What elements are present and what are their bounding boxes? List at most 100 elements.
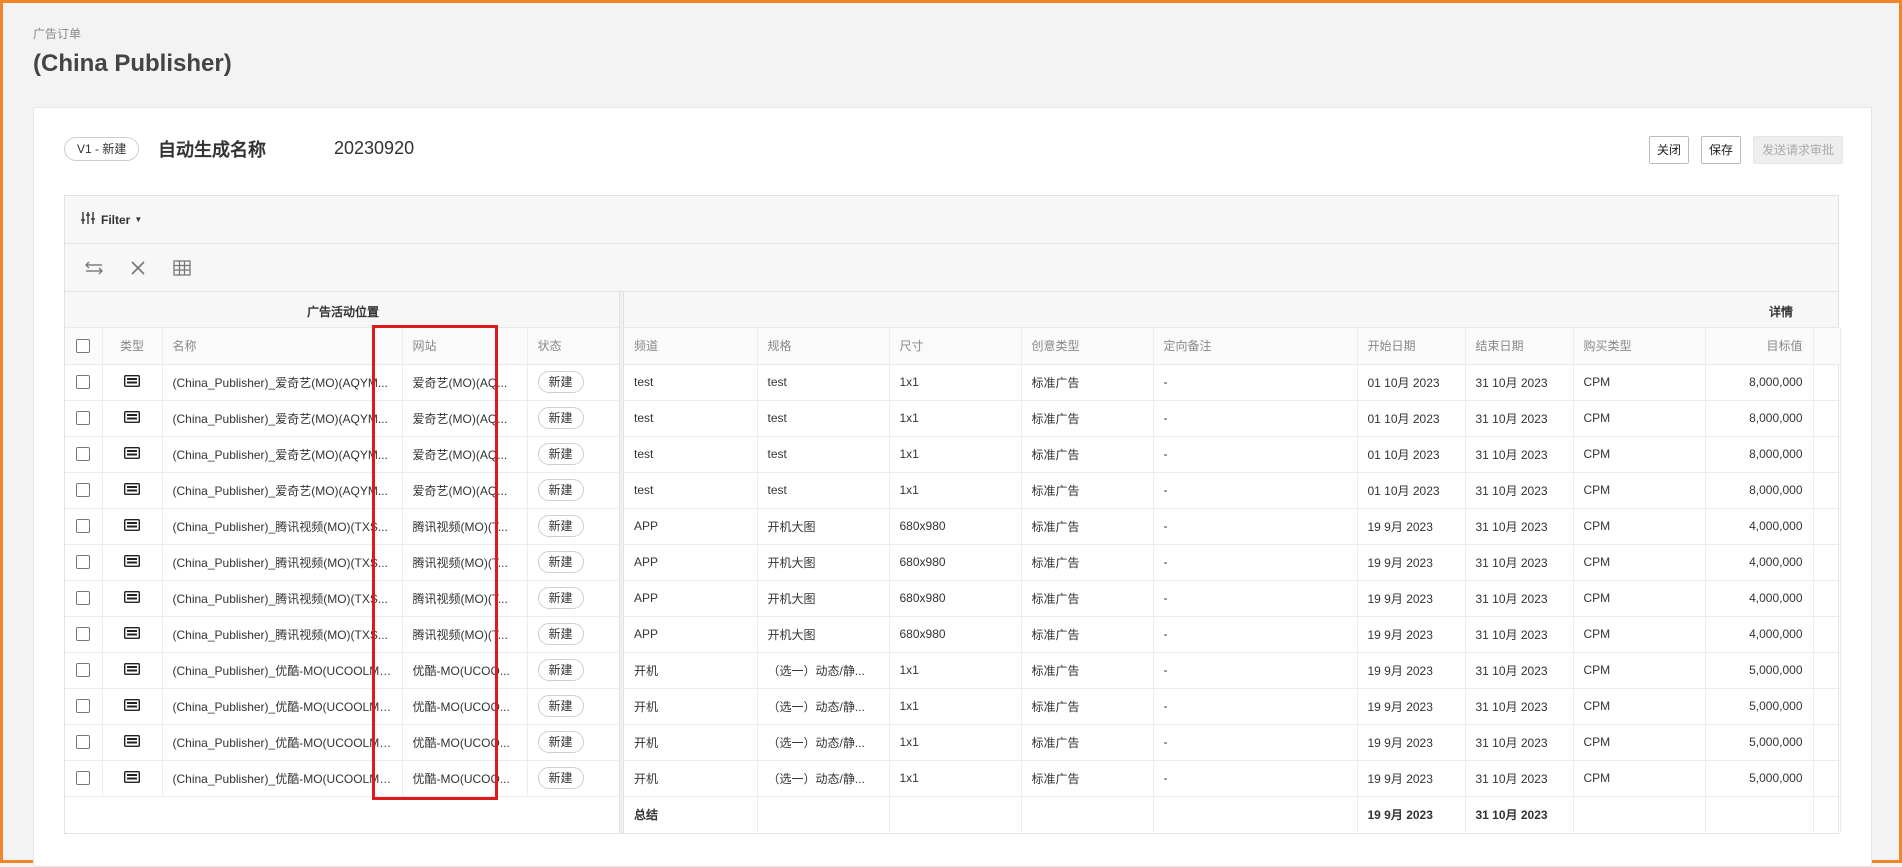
placement-row[interactable]: (China_Publisher)_腾讯视频(MO)(TXS... 腾讯视频(MO… — [65, 508, 620, 545]
col-header-site[interactable]: 网站 — [402, 328, 528, 365]
row-size[interactable]: 1x1 — [889, 760, 1022, 797]
row-start[interactable]: 19 9月 2023 — [1357, 724, 1466, 761]
row-size[interactable]: 1x1 — [889, 436, 1022, 473]
row-spec[interactable]: 开机大图 — [757, 544, 890, 581]
row-note[interactable]: - — [1153, 472, 1358, 509]
row-channel[interactable]: test — [624, 364, 758, 401]
row-size[interactable]: 680x980 — [889, 544, 1022, 581]
row-spec[interactable]: （选一）动态/静... — [757, 652, 890, 689]
row-end[interactable]: 31 10月 2023 — [1465, 364, 1574, 401]
row-start[interactable]: 19 9月 2023 — [1357, 652, 1466, 689]
row-name[interactable]: (China_Publisher)_优酷-MO(UCOOLMO... — [162, 652, 403, 689]
filter-label[interactable]: Filter — [101, 213, 130, 227]
placement-row[interactable]: (China_Publisher)_爱奇艺(MO)(AQYM... 爱奇艺(MO)… — [65, 400, 620, 437]
row-end[interactable]: 31 10月 2023 — [1465, 652, 1574, 689]
row-start[interactable]: 19 9月 2023 — [1357, 508, 1466, 545]
row-buy[interactable]: CPM — [1573, 724, 1706, 761]
row-creative[interactable]: 标准广告 — [1021, 760, 1154, 797]
row-name[interactable]: (China_Publisher)_优酷-MO(UCOOLMO... — [162, 688, 403, 725]
row-name[interactable]: (China_Publisher)_优酷-MO(UCOOLMO... — [162, 724, 403, 761]
row-channel[interactable]: test — [624, 472, 758, 509]
placement-row[interactable]: (China_Publisher)_优酷-MO(UCOOLMO... 优酷-MO(… — [65, 724, 620, 761]
col-header-creative[interactable]: 创意类型 — [1021, 328, 1154, 365]
col-header-channel[interactable]: 频道 — [624, 328, 758, 365]
row-channel[interactable]: APP — [624, 508, 758, 545]
row-buy[interactable]: CPM — [1573, 400, 1706, 437]
row-buy[interactable]: CPM — [1573, 364, 1706, 401]
details-row[interactable]: 开机 （选一）动态/静... 1x1 标准广告 -19 9月 2023 31 10月 20… — [624, 760, 1841, 797]
row-target[interactable]: 8,000,000 — [1705, 400, 1814, 437]
row-target[interactable]: 8,000,000 — [1705, 364, 1814, 401]
row-size[interactable]: 1x1 — [889, 688, 1022, 725]
col-header-spec[interactable]: 规格 — [757, 328, 890, 365]
row-spec[interactable]: （选一）动态/静... — [757, 688, 890, 725]
col-header-status[interactable]: 状态 — [527, 328, 620, 365]
row-target[interactable]: 8,000,000 — [1705, 436, 1814, 473]
row-end[interactable]: 31 10月 2023 — [1465, 688, 1574, 725]
row-spec[interactable]: test — [757, 400, 890, 437]
order-name[interactable]: 自动生成名称 — [158, 136, 266, 162]
details-row[interactable]: 开机 （选一）动态/静... 1x1 标准广告 -19 9月 2023 31 10月 20… — [624, 688, 1841, 725]
row-size[interactable]: 1x1 — [889, 472, 1022, 509]
col-header-type[interactable]: 类型 — [102, 328, 163, 365]
row-name[interactable]: (China_Publisher)_优酷-MO(UCOOLMO... — [162, 760, 403, 797]
details-row[interactable]: APP 开机大图 680x980 标准广告 -19 9月 2023 31 10月 2023… — [624, 508, 1841, 545]
placement-row[interactable]: (China_Publisher)_腾讯视频(MO)(TXS... 腾讯视频(MO… — [65, 580, 620, 617]
row-note[interactable]: - — [1153, 544, 1358, 581]
row-name[interactable]: (China_Publisher)_腾讯视频(MO)(TXS... — [162, 508, 403, 545]
row-checkbox-cell[interactable] — [65, 364, 103, 401]
row-checkbox[interactable] — [76, 627, 91, 642]
row-end[interactable]: 31 10月 2023 — [1465, 544, 1574, 581]
row-name[interactable]: (China_Publisher)_腾讯视频(MO)(TXS... — [162, 616, 403, 653]
details-row[interactable]: 开机 （选一）动态/静... 1x1 标准广告 -19 9月 2023 31 10月 20… — [624, 724, 1841, 761]
row-site[interactable]: 优酷-MO(UCOO... — [402, 688, 528, 725]
row-checkbox-cell[interactable] — [65, 652, 103, 689]
row-channel[interactable]: APP — [624, 616, 758, 653]
row-site[interactable]: 腾讯视频(MO)(T... — [402, 508, 528, 545]
row-spec[interactable]: （选一）动态/静... — [757, 724, 890, 761]
row-checkbox[interactable] — [76, 483, 91, 498]
row-site[interactable]: 爱奇艺(MO)(AQ... — [402, 364, 528, 401]
placement-row[interactable]: (China_Publisher)_爱奇艺(MO)(AQYM... 爱奇艺(MO)… — [65, 364, 620, 401]
details-row[interactable]: APP 开机大图 680x980 标准广告 -19 9月 2023 31 10月 2023… — [624, 580, 1841, 617]
row-channel[interactable]: 开机 — [624, 652, 758, 689]
row-note[interactable]: - — [1153, 364, 1358, 401]
row-target[interactable]: 5,000,000 — [1705, 688, 1814, 725]
row-creative[interactable]: 标准广告 — [1021, 364, 1154, 401]
submit-approval-button[interactable]: 发送请求审批 — [1752, 136, 1843, 164]
select-all-checkbox-cell[interactable] — [65, 328, 103, 365]
row-start[interactable]: 01 10月 2023 — [1357, 364, 1466, 401]
row-site[interactable]: 爱奇艺(MO)(AQ... — [402, 472, 528, 509]
row-spec[interactable]: test — [757, 364, 890, 401]
row-channel[interactable]: test — [624, 400, 758, 437]
row-checkbox-cell[interactable] — [65, 472, 103, 509]
row-spec[interactable]: test — [757, 472, 890, 509]
row-note[interactable]: - — [1153, 508, 1358, 545]
row-start[interactable]: 19 9月 2023 — [1357, 760, 1466, 797]
row-buy[interactable]: CPM — [1573, 760, 1706, 797]
row-creative[interactable]: 标准广告 — [1021, 544, 1154, 581]
details-row[interactable]: test test 1x1 标准广告 -01 10月 2023 31 10月 2023 CP… — [624, 436, 1841, 473]
row-site[interactable]: 爱奇艺(MO)(AQ... — [402, 436, 528, 473]
row-start[interactable]: 01 10月 2023 — [1357, 436, 1466, 473]
row-buy[interactable]: CPM — [1573, 472, 1706, 509]
row-site[interactable]: 腾讯视频(MO)(T... — [402, 616, 528, 653]
row-note[interactable]: - — [1153, 580, 1358, 617]
row-creative[interactable]: 标准广告 — [1021, 580, 1154, 617]
row-end[interactable]: 31 10月 2023 — [1465, 616, 1574, 653]
col-header-size[interactable]: 尺寸 — [889, 328, 1022, 365]
row-target[interactable]: 4,000,000 — [1705, 616, 1814, 653]
row-checkbox[interactable] — [76, 591, 91, 606]
row-channel[interactable]: test — [624, 436, 758, 473]
row-name[interactable]: (China_Publisher)_爱奇艺(MO)(AQYM... — [162, 400, 403, 437]
row-end[interactable]: 31 10月 2023 — [1465, 400, 1574, 437]
row-spec[interactable]: 开机大图 — [757, 508, 890, 545]
details-row[interactable]: 开机 （选一）动态/静... 1x1 标准广告 -19 9月 2023 31 10月 20… — [624, 652, 1841, 689]
row-creative[interactable]: 标准广告 — [1021, 688, 1154, 725]
row-site[interactable]: 优酷-MO(UCOO... — [402, 724, 528, 761]
row-end[interactable]: 31 10月 2023 — [1465, 472, 1574, 509]
swap-icon[interactable] — [83, 257, 105, 279]
row-checkbox[interactable] — [76, 375, 91, 390]
row-size[interactable]: 1x1 — [889, 652, 1022, 689]
save-button[interactable]: 保存 — [1700, 136, 1741, 164]
